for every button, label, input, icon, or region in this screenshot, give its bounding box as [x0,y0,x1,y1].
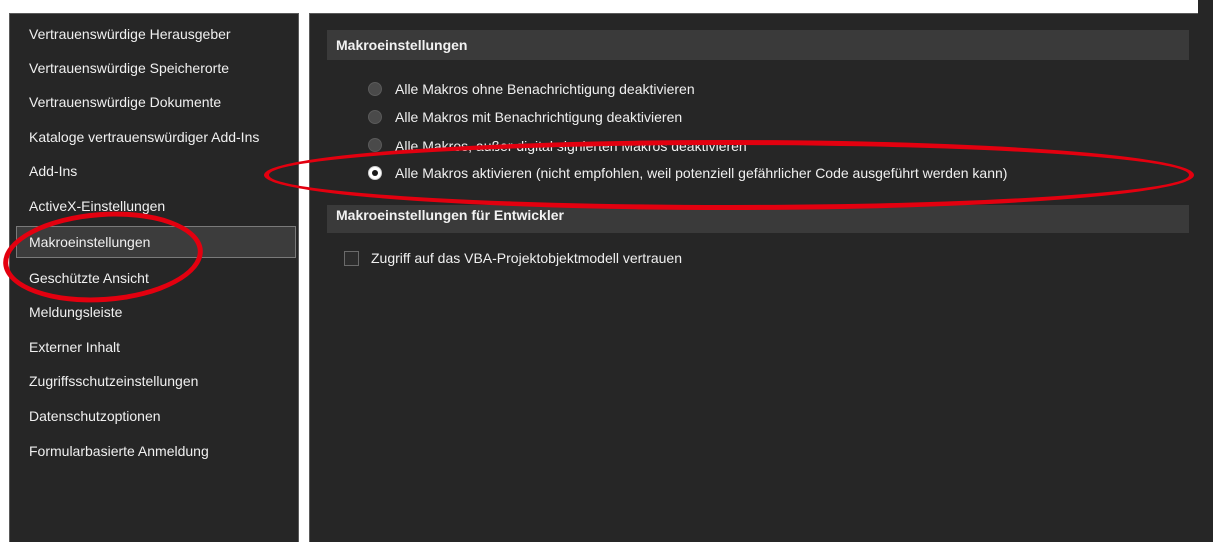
developer-macro-settings-header: Makroeinstellungen für Entwickler [327,205,1189,233]
sidebar-item-protected-view[interactable]: Geschützte Ansicht [16,262,296,294]
sidebar-item-trusted-documents[interactable]: Vertrauenswürdige Dokumente [16,86,296,118]
sidebar-item-trusted-publishers[interactable]: Vertrauenswürdige Herausgeber [16,18,296,50]
panel-divider [299,0,309,542]
trust-center-window: Vertrauenswürdige Herausgeber Vertrauens… [0,0,1213,542]
sidebar-item-form-based-sign-in[interactable]: Formularbasierte Anmeldung [16,435,296,467]
radio-label: Alle Makros aktivieren (nicht empfohlen,… [395,165,1008,181]
sidebar-item-external-content[interactable]: Externer Inhalt [16,331,296,363]
radio-button[interactable] [368,82,382,96]
radio-option-disable-with-notification[interactable]: Alle Makros mit Benachrichtigung deaktiv… [368,103,682,131]
sidebar-item-file-block-settings[interactable]: Zugriffsschutzeinstellungen [16,365,296,397]
radio-option-enable-all-macros[interactable]: Alle Makros aktivieren (nicht empfohlen,… [368,159,1007,187]
sidebar-item-addins[interactable]: Add-Ins [16,155,296,187]
trust-center-sidebar: Vertrauenswürdige Herausgeber Vertrauens… [9,13,299,542]
radio-button-selected[interactable] [368,166,382,180]
sidebar-item-activex-settings[interactable]: ActiveX-Einstellungen [16,190,296,222]
sidebar-item-privacy-options[interactable]: Datenschutzoptionen [16,400,296,432]
sidebar-item-message-bar[interactable]: Meldungsleiste [16,296,296,328]
radio-option-disable-without-notification[interactable]: Alle Makros ohne Benachrichtigung deakti… [368,75,695,103]
radio-label: Alle Makros mit Benachrichtigung deaktiv… [395,109,683,125]
vba-access-label: Zugriff auf das VBA-Projektobjektmodell … [371,250,683,266]
sidebar-item-macro-settings[interactable]: Makroeinstellungen [16,226,296,258]
radio-button[interactable] [368,110,382,124]
panel-right-edge [1198,0,1213,542]
radio-label: Alle Makros ohne Benachrichtigung deakti… [395,81,695,97]
radio-label: Alle Makros, außer digital signierten Ma… [395,138,747,154]
radio-button[interactable] [368,138,382,152]
macro-settings-panel: Makroeinstellungen Alle Makros ohne Bena… [309,13,1213,542]
sidebar-item-trusted-locations[interactable]: Vertrauenswürdige Speicherorte [16,52,296,84]
radio-option-disable-except-signed[interactable]: Alle Makros, außer digital signierten Ma… [368,132,747,156]
vba-project-access-option[interactable]: Zugriff auf das VBA-Projektobjektmodell … [344,244,682,272]
macro-settings-header: Makroeinstellungen [327,30,1189,60]
vba-access-checkbox[interactable] [344,250,359,266]
sidebar-item-trusted-addin-catalogs[interactable]: Kataloge vertrauenswürdiger Add-Ins [16,121,296,153]
